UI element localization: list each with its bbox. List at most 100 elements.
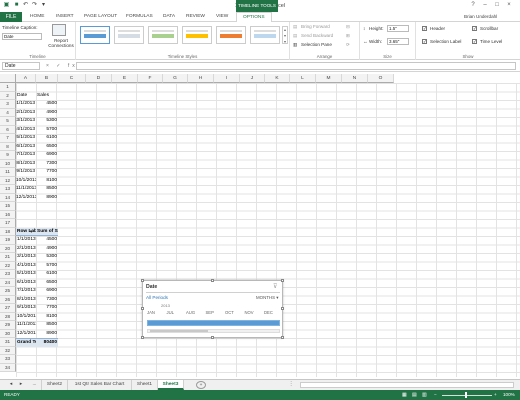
group-icon[interactable]: ⊞ <box>346 33 350 39</box>
row-header-6[interactable]: 6 <box>0 125 16 134</box>
sheet-tab-more[interactable]: ... <box>28 380 42 390</box>
timeline-month-label[interactable]: NOV <box>245 310 254 315</box>
row-header-2[interactable]: 2 <box>0 91 16 100</box>
zoom-out-icon[interactable]: − <box>434 390 437 400</box>
column-header-d[interactable]: D <box>86 74 112 83</box>
clear-filter-icon[interactable]: ⊽ <box>273 283 277 290</box>
timeline-month-label[interactable]: OCT <box>225 310 234 315</box>
pivot-row-label[interactable]: 11/1/2013 <box>16 321 36 330</box>
table-cell-sales[interactable]: 4500 <box>36 100 58 109</box>
minimize-icon[interactable]: – <box>480 1 490 10</box>
pivot-row-value[interactable]: 6900 <box>36 287 58 296</box>
selection-pane-button[interactable]: Selection Pane <box>301 42 332 47</box>
row-header-11[interactable]: 11 <box>0 168 16 177</box>
user-name[interactable]: Brian Underdahl <box>464 12 497 22</box>
table-cell-sales[interactable]: 5700 <box>36 126 58 135</box>
row-header-33[interactable]: 33 <box>0 355 16 364</box>
column-header-m[interactable]: M <box>316 74 342 83</box>
row-header-31[interactable]: 31 <box>0 338 16 347</box>
pivot-grand-total-value[interactable]: 80400 <box>36 338 58 347</box>
resize-handle[interactable] <box>211 336 214 339</box>
timeline-style-5[interactable] <box>216 26 246 44</box>
formula-icons[interactable]: × ✓ fx <box>46 62 78 70</box>
tab-page-layout[interactable]: PAGE LAYOUT <box>84 12 117 22</box>
timeline-month-label[interactable]: JAN <box>147 310 155 315</box>
bring-forward-button[interactable]: Bring Forward <box>301 24 330 29</box>
close-icon[interactable]: × <box>504 1 514 10</box>
selection-label-checkbox[interactable]: ✓ <box>422 39 427 44</box>
report-connections-icon[interactable] <box>52 24 66 36</box>
table-cell-sales[interactable]: 6500 <box>36 143 58 152</box>
page-layout-view-icon[interactable]: ▤ <box>412 390 417 400</box>
tab-data[interactable]: DATA <box>163 12 175 22</box>
timeline-style-1[interactable] <box>80 26 110 44</box>
row-header-18[interactable]: 18 <box>0 227 16 236</box>
table-cell-date[interactable]: 4/1/2013 <box>16 126 36 135</box>
pivot-row-label[interactable]: 8/1/2013 <box>16 296 36 305</box>
column-header-l[interactable]: L <box>290 74 316 83</box>
column-header-a[interactable]: A <box>16 74 36 83</box>
time-level-dropdown[interactable]: MONTHS ▾ <box>256 295 278 301</box>
pivot-row-value[interactable]: 8500 <box>36 321 58 330</box>
table-cell-sales[interactable]: 6900 <box>36 151 58 160</box>
tab-file[interactable]: FILE <box>0 12 22 22</box>
table-cell-date[interactable]: 12/1/2013 <box>16 194 36 203</box>
more-options-icon[interactable]: ⋮ <box>286 380 296 390</box>
sheet-tab-sheet3[interactable]: Sheet3 <box>158 380 184 390</box>
pivot-row-label[interactable]: 10/1/2013 <box>16 313 36 322</box>
timeline-style-3[interactable] <box>148 26 178 44</box>
styles-more-icon[interactable]: ▴ ▾ ▾ <box>282 26 288 44</box>
resize-handle[interactable] <box>141 279 144 282</box>
sheet-tab-sheet2[interactable]: Sheet2 <box>42 380 68 390</box>
pivot-row-value[interactable]: 7700 <box>36 304 58 313</box>
row-header-23[interactable]: 23 <box>0 270 16 279</box>
row-header-27[interactable]: 27 <box>0 304 16 313</box>
timeline-scrollbar[interactable] <box>147 329 280 333</box>
send-backward-button[interactable]: Send Backward <box>301 33 333 38</box>
zoom-in-icon[interactable]: + <box>494 390 497 400</box>
column-header-e[interactable]: E <box>112 74 138 83</box>
table-cell-date[interactable]: 9/1/2013 <box>16 168 36 177</box>
column-header-f[interactable]: F <box>138 74 163 83</box>
pivot-row-label[interactable]: 5/1/2013 <box>16 270 36 279</box>
table-cell-sales[interactable]: 7700 <box>36 168 58 177</box>
column-header-k[interactable]: K <box>265 74 290 83</box>
pivot-grand-total-label[interactable]: Grand Total <box>16 338 36 347</box>
report-connections-button[interactable]: Report Connections <box>48 38 74 48</box>
table-cell-date[interactable]: 6/1/2013 <box>16 143 36 152</box>
row-header-17[interactable]: 17 <box>0 219 16 228</box>
timeline-month-label[interactable]: SEP <box>206 310 214 315</box>
row-header-4[interactable]: 4 <box>0 108 16 117</box>
row-header-5[interactable]: 5 <box>0 117 16 126</box>
resize-handle[interactable] <box>281 279 284 282</box>
row-header-19[interactable]: 19 <box>0 236 16 245</box>
restore-icon[interactable]: □ <box>492 1 502 10</box>
row-header-24[interactable]: 24 <box>0 278 16 287</box>
timeline-month-label[interactable]: JUL <box>167 310 174 315</box>
scroll-right-icon[interactable]: ▸ <box>16 380 26 390</box>
horizontal-scrollbar[interactable] <box>300 382 514 388</box>
column-header-o[interactable]: O <box>368 74 394 83</box>
tab-options[interactable]: OPTIONS <box>236 12 272 22</box>
row-header-1[interactable]: 1 <box>0 83 16 92</box>
row-header-29[interactable]: 29 <box>0 321 16 330</box>
scrollbar-checkbox[interactable]: ✓ <box>472 26 477 31</box>
row-header-8[interactable]: 8 <box>0 142 16 151</box>
pivot-row-label[interactable]: 7/1/2013 <box>16 287 36 296</box>
height-input[interactable]: 1.5" <box>387 25 409 32</box>
row-header-30[interactable]: 30 <box>0 329 16 338</box>
pivot-row-value[interactable]: 6100 <box>36 270 58 279</box>
worksheet-grid[interactable]: ABCDEFGHIJKLMNO 1 2 3 4 5 6 7 8 9 10 11 12 13 14 15 16 1… <box>0 74 520 377</box>
timeline-style-4[interactable] <box>182 26 212 44</box>
width-input[interactable]: 3.65" <box>387 38 409 45</box>
resize-handle[interactable] <box>281 307 284 310</box>
page-break-view-icon[interactable]: ▥ <box>422 390 427 400</box>
timeline-period-bar[interactable] <box>147 320 280 326</box>
timeline-caption-input[interactable]: Date <box>2 33 42 40</box>
row-header-25[interactable]: 25 <box>0 287 16 296</box>
row-header-28[interactable]: 28 <box>0 312 16 321</box>
row-header-3[interactable]: 3 <box>0 100 16 109</box>
column-header-b[interactable]: B <box>36 74 58 83</box>
table-cell-sales[interactable]: 5300 <box>36 117 58 126</box>
column-header-j[interactable]: J <box>240 74 265 83</box>
